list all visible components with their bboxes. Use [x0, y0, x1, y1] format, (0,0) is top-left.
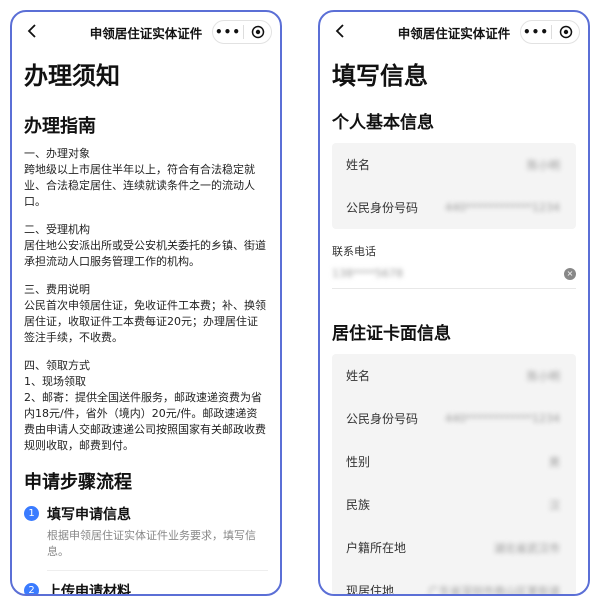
- field-value: 440************1234: [445, 201, 560, 214]
- right-phone-frame: 申领居住证实体证件 ••• 填写信息 个人基本信息 姓名 陈小明 公民身份号码 …: [318, 10, 590, 596]
- mini-program-capsule: •••: [212, 20, 272, 44]
- guide-section: 一、办理对象 跨地级以上市居住半年以上，符合有合法稳定就业、合法稳定居住、连续就读…: [24, 147, 255, 208]
- guide-heading: 办理指南: [24, 116, 96, 137]
- guide-text: 一、办理对象 跨地级以上市居住半年以上，符合有合法稳定就业、合法稳定居住、连续就读…: [24, 146, 268, 454]
- field-value: 陈小明: [527, 369, 560, 383]
- more-dots-icon[interactable]: •••: [213, 25, 243, 39]
- form-row: 现居住地 广东省深圳市南山区某街道: [332, 569, 576, 596]
- field-label: 户籍所在地: [346, 541, 407, 555]
- field-label: 公民身份号码: [346, 412, 419, 426]
- basic-info-card: 姓名 陈小明 公民身份号码 440************1234: [332, 143, 576, 229]
- nav-bar: 申领居住证实体证件 •••: [320, 12, 588, 52]
- field-value: 汉: [549, 498, 560, 512]
- field-label: 公民身份号码: [346, 201, 419, 215]
- close-capsule-button[interactable]: [244, 25, 271, 39]
- field-value: 陈小明: [527, 158, 560, 172]
- form-row: 户籍所在地 湖北省武汉市: [332, 526, 576, 569]
- back-button[interactable]: [330, 20, 350, 42]
- clear-x-icon[interactable]: ×: [564, 267, 576, 280]
- field-value: 男: [549, 455, 560, 469]
- target-circle-icon: [251, 25, 264, 39]
- guide-section: 三、费用说明 公民首次申领居住证，免收证件工本费；补、换领居住证，收取证件工本费每…: [24, 283, 266, 344]
- step-description: 根据申领居住证实体证件业务要求，填写信息。: [47, 529, 256, 558]
- mini-program-capsule: •••: [520, 20, 580, 44]
- field-value: 广东省深圳市南山区某街道: [428, 584, 560, 596]
- form-row: 姓名 陈小明: [332, 354, 576, 397]
- phone-field: 联系电话 138****5678 ×: [320, 229, 588, 289]
- field-label: 性别: [346, 455, 371, 469]
- target-circle-icon: [559, 25, 572, 39]
- step-title: 填写申请信息: [47, 507, 131, 523]
- field-label: 联系电话: [332, 245, 376, 258]
- field-value: 138****5678: [332, 267, 403, 280]
- form-row: 姓名 陈小明: [332, 143, 576, 186]
- field-label: 姓名: [346, 158, 371, 172]
- steps-heading: 申请步骤流程: [24, 472, 132, 493]
- guide-section: 四、领取方式 1、现场领取 2、邮寄：提供全国送件服务，邮政速递资费为省内18元/…: [24, 359, 266, 452]
- field-label: 姓名: [346, 369, 371, 383]
- basic-info-heading: 个人基本信息: [332, 113, 434, 133]
- page-title: 填写信息: [332, 62, 428, 90]
- field-label: 民族: [346, 498, 371, 512]
- form-body: 个人基本信息 姓名 陈小明 公民身份号码 440************1234…: [320, 102, 588, 596]
- chevron-left-icon: [335, 24, 344, 38]
- close-capsule-button[interactable]: [552, 25, 579, 39]
- step-divider: [47, 570, 268, 571]
- page-title: 办理须知: [24, 62, 120, 90]
- form-row: 民族 汉: [332, 483, 576, 526]
- form-row: 性别 男: [332, 440, 576, 483]
- nav-bar: 申领居住证实体证件 •••: [12, 12, 280, 52]
- form-row: 公民身份号码 440************1234: [332, 397, 576, 440]
- field-label: 现居住地: [346, 584, 395, 596]
- step-item[interactable]: 1 填写申请信息: [24, 504, 268, 524]
- step-number-badge: 2: [24, 583, 39, 594]
- more-dots-icon[interactable]: •••: [521, 25, 551, 39]
- chevron-left-icon: [27, 24, 36, 38]
- form-row: 公民身份号码 440************1234: [332, 186, 576, 229]
- card-info-heading: 居住证卡面信息: [332, 324, 451, 344]
- back-button[interactable]: [22, 20, 42, 42]
- left-phone-frame: 申领居住证实体证件 ••• 办理须知 办理指南 一、办理对象 跨地级以上市居住半年…: [10, 10, 282, 596]
- instructions-body: 办理指南 一、办理对象 跨地级以上市居住半年以上，符合有合法稳定就业、合法稳定居住…: [12, 112, 280, 596]
- step-number-badge: 1: [24, 506, 39, 521]
- phone-input[interactable]: 138****5678 ×: [332, 259, 576, 289]
- step-item[interactable]: 2 上传申请材料: [24, 581, 268, 596]
- guide-section: 二、受理机构 居住地公安派出所或受公安机关委托的乡镇、街道承担流动人口服务管理工作…: [24, 223, 266, 268]
- field-value: 湖北省武汉市: [494, 541, 560, 555]
- field-value: 440************1234: [445, 412, 560, 425]
- card-info-card: 姓名 陈小明 公民身份号码 440************1234 性别 男 民…: [332, 354, 576, 596]
- step-title: 上传申请材料: [47, 584, 131, 596]
